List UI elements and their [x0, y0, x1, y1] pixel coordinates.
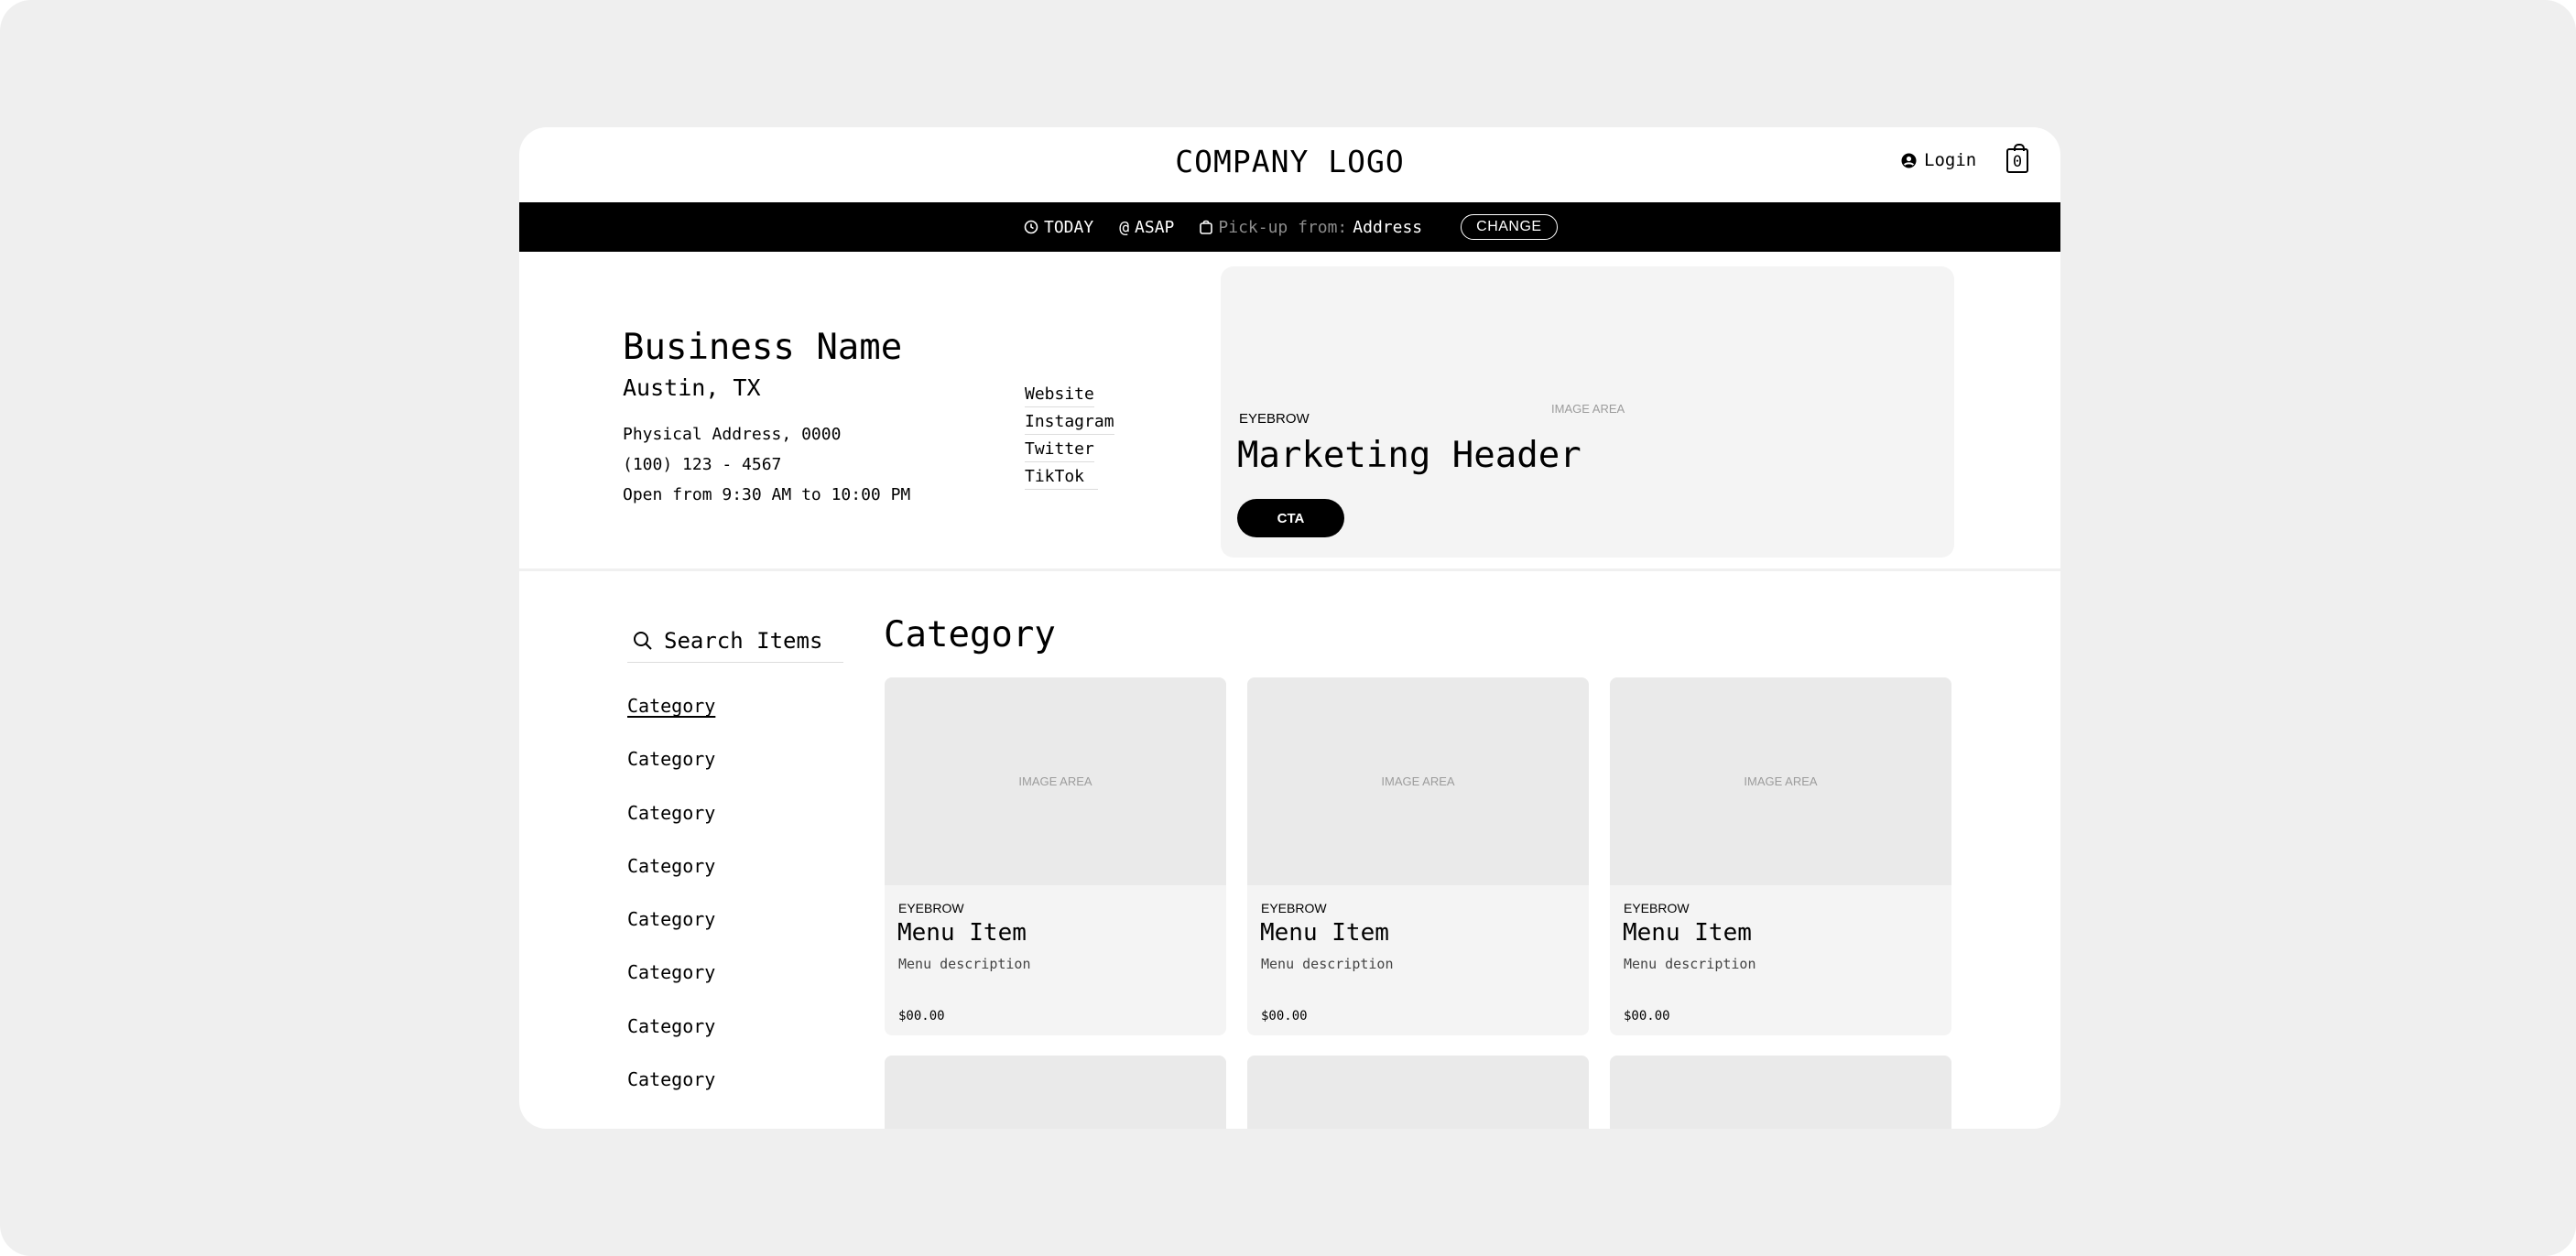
pickup-location: Pick-up from: Address: [1200, 218, 1422, 237]
at-icon: @: [1119, 217, 1130, 237]
day-selector[interactable]: TODAY: [1024, 218, 1093, 237]
section-divider: [519, 568, 2060, 571]
order-options-bar: TODAY @ ASAP Pick-up from: Address CHANG…: [519, 202, 2060, 252]
category-nav-item-active[interactable]: Category: [627, 695, 715, 748]
menu-item-description: Menu description: [1261, 956, 1394, 972]
image-placeholder-label: IMAGE AREA: [1381, 774, 1455, 788]
menu-item-description: Menu description: [1624, 956, 1756, 972]
menu-item-title: Menu Item: [1623, 919, 1752, 947]
menu-item-card-partial[interactable]: [1610, 1056, 1951, 1129]
category-nav-item[interactable]: Category: [627, 908, 715, 961]
instagram-link[interactable]: Instagram: [1025, 409, 1114, 435]
menu-item-card[interactable]: IMAGE AREA EYEBROW Menu Item Menu descri…: [885, 677, 1226, 1035]
category-nav-item[interactable]: Category: [627, 1015, 715, 1068]
time-label: ASAP: [1135, 217, 1175, 237]
menu-item-price: $00.00: [1261, 1009, 1308, 1023]
menu-item-price: $00.00: [898, 1009, 945, 1023]
category-title: Category: [884, 614, 1056, 655]
menu-item-card[interactable]: IMAGE AREA EYEBROW Menu Item Menu descri…: [1247, 677, 1589, 1035]
search-icon: [634, 631, 652, 650]
change-button[interactable]: CHANGE: [1461, 214, 1558, 240]
storefront-page: COMPANY LOGO Login 0 TODAY @ ASAP Pick-u…: [519, 127, 2060, 1129]
business-city: Austin, TX: [623, 374, 761, 401]
login-label: Login: [1924, 150, 1977, 170]
user-icon: [1901, 153, 1917, 168]
login-button[interactable]: Login: [1901, 150, 1976, 170]
cart-count: 0: [2012, 153, 2023, 171]
image-placeholder-label: IMAGE AREA: [1744, 774, 1818, 788]
menu-item-eyebrow: EYEBROW: [898, 901, 964, 915]
category-nav: Category Category Category Category Cate…: [627, 695, 715, 1121]
site-header: COMPANY LOGO Login 0: [519, 127, 2060, 202]
website-link[interactable]: Website: [1025, 382, 1094, 407]
business-hours: Open from 9:30 AM to 10:00 PM: [623, 485, 911, 504]
time-selector[interactable]: @ ASAP: [1119, 218, 1174, 237]
twitter-link[interactable]: Twitter: [1025, 437, 1094, 462]
category-nav-item[interactable]: Category: [627, 748, 715, 801]
hero-eyebrow: EYEBROW: [1239, 411, 1310, 427]
menu-item-eyebrow: EYEBROW: [1624, 901, 1690, 915]
menu-item-image: [1610, 1056, 1951, 1129]
menu-item-card-partial[interactable]: [1247, 1056, 1589, 1129]
menu-item-card[interactable]: IMAGE AREA EYEBROW Menu Item Menu descri…: [1610, 677, 1951, 1035]
search-placeholder: Search Items: [664, 627, 823, 654]
category-nav-item[interactable]: Category: [627, 1068, 715, 1121]
cta-button[interactable]: CTA: [1237, 499, 1344, 537]
pickup-address: Address: [1353, 217, 1423, 237]
menu-item-eyebrow: EYEBROW: [1261, 901, 1327, 915]
hero-image-placeholder: IMAGE AREA: [1551, 402, 1625, 416]
business-phone[interactable]: (100) 123 - 4567: [623, 449, 910, 480]
category-nav-item[interactable]: Category: [627, 802, 715, 855]
search-input[interactable]: Search Items: [627, 619, 843, 663]
image-placeholder-label: IMAGE AREA: [1018, 774, 1092, 788]
business-name: Business Name: [623, 327, 903, 368]
menu-item-image: IMAGE AREA: [885, 677, 1226, 885]
category-nav-item[interactable]: Category: [627, 961, 715, 1014]
clock-icon: [1024, 220, 1038, 234]
menu-item-image: IMAGE AREA: [1247, 677, 1589, 885]
hero-title: Marketing Header: [1237, 435, 1581, 476]
business-address: Physical Address, 0000: [623, 425, 842, 444]
business-details: Physical Address, 0000 (100) 123 - 4567 …: [623, 419, 910, 510]
cart-button[interactable]: 0: [2006, 144, 2028, 173]
social-links: Website Instagram Twitter TikTok: [1025, 382, 1114, 492]
menu-item-title: Menu Item: [897, 919, 1027, 947]
tiktok-link[interactable]: TikTok: [1025, 464, 1098, 490]
menu-item-price: $00.00: [1624, 1009, 1670, 1023]
pickup-prefix: Pick-up from:: [1218, 217, 1348, 237]
menu-item-image: IMAGE AREA: [1610, 677, 1951, 885]
menu-item-description: Menu description: [898, 956, 1031, 972]
menu-item-title: Menu Item: [1260, 919, 1389, 947]
menu-item-image: [885, 1056, 1226, 1129]
menu-item-image: [1247, 1056, 1589, 1129]
company-logo[interactable]: COMPANY LOGO: [519, 144, 2060, 179]
day-label: TODAY: [1044, 217, 1094, 237]
menu-item-card-partial[interactable]: [885, 1056, 1226, 1129]
category-nav-item[interactable]: Category: [627, 855, 715, 908]
bag-icon: [1200, 220, 1213, 234]
